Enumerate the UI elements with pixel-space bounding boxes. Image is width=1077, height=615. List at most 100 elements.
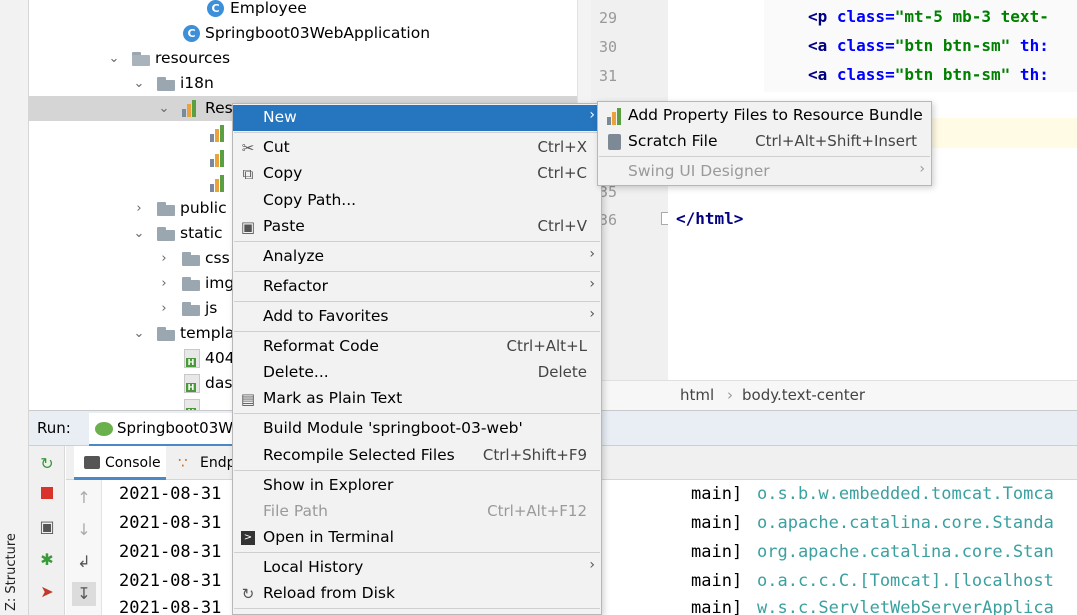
log-logger: w.s.c.ServletWebServerApplica [757,598,1054,615]
menu-item-analyze[interactable]: Analyze › [233,244,601,270]
chevron-down-icon[interactable]: ⌄ [157,96,171,121]
menu-item-label: Open in Terminal [263,528,394,546]
menu-item-delete[interactable]: Delete... Delete [233,360,601,386]
arrow-up-icon[interactable]: ↑ [72,486,96,510]
menu-separator [234,132,600,133]
chevron-down-icon[interactable]: ⌄ [132,71,146,96]
menu-item-shortcut: Ctrl+X [537,138,587,156]
menu-item-show-in-explorer[interactable]: Show in Explorer [233,473,601,499]
menu-separator [599,156,930,157]
new-submenu: Add Property Files to Resource Bundle Sc… [597,101,932,186]
menu-item-build-module[interactable]: Build Module 'springboot-03-web' [233,416,601,442]
tree-item-resources[interactable]: ⌄ resources [29,46,577,71]
chevron-down-icon[interactable]: ⌄ [132,221,146,246]
menu-item-recompile[interactable]: Recompile Selected Files Ctrl+Shift+F9 [233,443,601,469]
spring-boot-icon [95,422,113,436]
log-thread: main] [691,598,743,615]
menu-item-file-path: File Path Ctrl+Alt+F12 [233,499,601,525]
menu-item-label: Recompile Selected Files [263,446,455,464]
tree-item-springboot03webapplication[interactable]: C Springboot03WebApplication [29,21,577,46]
camera-icon[interactable]: ▣ [35,515,59,539]
menu-item-label: Delete... [263,363,329,381]
menu-item-add-to-favorites[interactable]: Add to Favorites › [233,304,601,330]
code-line-30: <a class="btn btn-sm" th: [808,36,1049,55]
submenu-item-label: Swing UI Designer [628,162,770,180]
menu-separator [234,552,600,553]
menu-item-label: Build Module 'springboot-03-web' [263,419,523,437]
chevron-right-icon[interactable]: › [157,246,171,271]
line-number: 31 [598,67,617,85]
submenu-arrow-icon: › [919,161,925,177]
menu-item-reload-from-disk[interactable]: ↻ Reload from Disk [233,581,601,607]
tree-item-label: Res [205,99,233,117]
run-label: Run: [37,419,71,437]
chevron-down-icon[interactable]: ⌄ [107,46,121,71]
menu-item-label: Refactor [263,277,329,295]
code-line-36: </html> [676,209,744,228]
submenu-item-label: Add Property Files to Resource Bundle [628,106,923,124]
menu-item-label: Copy [263,164,303,182]
breadcrumb-item-html[interactable]: html [680,386,714,404]
menu-item-open-in-terminal[interactable]: > Open in Terminal [233,525,601,551]
log-date: 2021-08-31 [119,542,222,562]
terminal-icon: > [241,531,255,545]
menu-item-label: Paste [263,217,305,235]
menu-item-copy-path[interactable]: Copy Path... [233,188,601,214]
run-config-tab[interactable]: Springboot03W [89,413,249,447]
tree-item-i18n[interactable]: ⌄ i18n [29,71,577,96]
menu-item-shortcut: Ctrl+Alt+F12 [487,502,587,520]
endpoints-icon: ∵ [178,454,188,472]
tab-console[interactable]: Console [74,446,166,480]
tree-item-label: img [205,274,235,292]
menu-item-label: Reformat Code [263,337,379,355]
submenu-item-scratch-file[interactable]: Scratch File Ctrl+Alt+Shift+Insert [598,129,931,155]
run-toolbar: ↻ ▣ ✱ ➤ [29,446,65,615]
menu-item-local-history[interactable]: Local History › [233,555,601,581]
folder-icon [157,77,176,91]
menu-item-shortcut: Ctrl+V [537,217,587,235]
menu-item-shortcut: Delete [537,363,587,381]
tree-item-label: Employee [230,0,307,17]
submenu-item-add-property-files[interactable]: Add Property Files to Resource Bundle [598,103,931,129]
tree-item-label: resources [155,49,231,67]
menu-item-label: Local History [263,558,364,576]
menu-separator [234,470,600,471]
structure-tool-tab[interactable]: Z: Structure [4,525,24,615]
menu-item-mark-as-plain-text[interactable]: ▤ Mark as Plain Text [233,386,601,412]
code-editor[interactable]: <p class="mt-5 mb-3 text- <a class="btn … [668,0,1077,380]
chevron-right-icon[interactable]: › [132,196,146,221]
stop-icon[interactable] [35,482,59,506]
chevron-down-icon[interactable]: ⌄ [132,321,146,346]
scratch-file-icon [608,134,621,150]
menu-item-paste[interactable]: ▣ Paste Ctrl+V [233,214,601,240]
debug-bug-icon[interactable]: ✱ [35,548,59,572]
menu-item-copy[interactable]: ⧉ Copy Ctrl+C [233,161,601,187]
menu-item-refactor[interactable]: Refactor › [233,274,601,300]
submenu-arrow-icon: › [589,306,595,322]
structure-tab-label: Z: Structure [4,533,19,611]
resource-bundle-icon [607,107,623,125]
chevron-right-icon[interactable]: › [157,296,171,321]
soft-wrap-icon[interactable]: ↲ [72,550,96,574]
rerun-icon[interactable]: ↻ [35,452,59,476]
tree-item-label: css [205,249,230,267]
tree-item-label: static [180,224,223,242]
log-date: 2021-08-31 [119,513,222,533]
scroll-to-end-icon[interactable]: ↧ [72,582,96,606]
log-date: 2021-08-31 [119,571,222,591]
tree-item-employee[interactable]: C Employee [29,0,577,21]
menu-item-cut[interactable]: ✂ Cut Ctrl+X [233,135,601,161]
menu-item-label: Show in Explorer [263,476,394,494]
breadcrumb-item-body[interactable]: body.text-center [742,386,865,404]
chevron-right-icon[interactable]: › [157,271,171,296]
exit-icon[interactable]: ➤ [35,580,59,604]
html-file-icon [184,349,200,368]
console-icon [84,456,100,469]
menu-item-reformat-code[interactable]: Reformat Code Ctrl+Alt+L [233,334,601,360]
arrow-down-icon[interactable]: ↓ [72,518,96,542]
menu-item-label: Add to Favorites [263,307,389,325]
log-date: 2021-08-31 [119,598,222,615]
menu-item-label: Copy Path... [263,191,357,209]
menu-item-new[interactable]: New › [233,105,601,131]
submenu-arrow-icon: › [589,246,595,262]
